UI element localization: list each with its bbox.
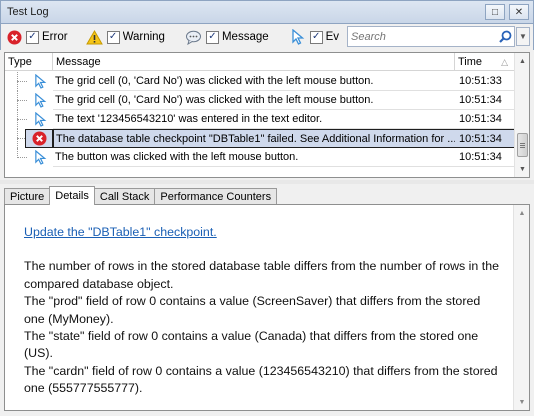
column-header-time[interactable]: Time △ xyxy=(455,53,515,71)
row-type-cell xyxy=(5,72,53,91)
table-row[interactable]: The text '123456543210' was entered in t… xyxy=(5,110,515,129)
close-icon: ✕ xyxy=(514,6,524,18)
event-cursor-icon xyxy=(31,149,49,166)
close-button[interactable]: ✕ xyxy=(509,4,529,20)
row-time: 10:51:33 xyxy=(455,72,515,91)
filter-message[interactable]: ✓ Message xyxy=(185,27,269,47)
scroll-up-arrow-icon[interactable]: ▲ xyxy=(515,53,529,69)
search-dropdown-button[interactable]: ▼ xyxy=(516,27,530,46)
row-message: The grid cell (0, 'Card No') was clicked… xyxy=(53,91,455,110)
warning-checkbox[interactable]: ✓ xyxy=(106,30,120,44)
row-time: 10:51:34 xyxy=(455,148,515,167)
scroll-up-arrow-icon[interactable]: ▲ xyxy=(514,205,530,221)
event-cursor-icon xyxy=(31,111,49,128)
scroll-down-arrow-icon[interactable]: ▼ xyxy=(515,161,529,177)
filter-toolbar: ✓ Error ✓ Warning ✓ Message ✓ Ev ▼ xyxy=(0,24,534,50)
error-icon xyxy=(25,129,53,148)
grid-header: Type Message Time △ xyxy=(5,53,515,71)
sort-asc-icon: △ xyxy=(501,57,508,67)
table-row-selected[interactable]: The database table checkpoint "DBTable1"… xyxy=(5,129,515,148)
warning-icon xyxy=(86,28,104,46)
row-time: 10:51:34 xyxy=(455,129,515,148)
warning-filter-label: Warning xyxy=(122,31,165,43)
filter-error[interactable]: ✓ Error xyxy=(5,27,68,47)
log-grid[interactable]: Type Message Time △ The grid cell (0, 'C… xyxy=(4,52,530,178)
scroll-thumb[interactable] xyxy=(517,133,528,157)
details-paragraph: The number of rows in the stored databas… xyxy=(24,259,499,291)
chevron-down-icon: ▼ xyxy=(519,32,527,41)
column-header-time-label: Time xyxy=(458,56,483,68)
row-message: The database table checkpoint "DBTable1"… xyxy=(53,129,455,148)
restore-icon: □ xyxy=(491,6,499,18)
row-type-cell xyxy=(5,110,53,129)
details-paragraph: The "prod" field of row 0 contains a val… xyxy=(24,294,481,326)
table-row[interactable]: The grid cell (0, 'Card No') was clicked… xyxy=(5,72,515,91)
title-bar: Test Log □ ✕ xyxy=(0,0,534,24)
details-panel: Update the "DBTable1" checkpoint. The nu… xyxy=(4,204,530,411)
row-message: The grid cell (0, 'Card No') was clicked… xyxy=(53,72,455,91)
details-paragraph: The "state" field of row 0 contains a va… xyxy=(24,329,479,361)
table-row[interactable]: The button was clicked with the left mou… xyxy=(5,148,515,167)
grid-vertical-scrollbar[interactable]: ▲ ▼ xyxy=(514,53,529,177)
row-message: The button was clicked with the left mou… xyxy=(53,148,455,167)
row-time: 10:51:34 xyxy=(455,110,515,129)
tab-call-stack[interactable]: Call Stack xyxy=(93,188,156,205)
table-row[interactable]: The grid cell (0, 'Card No') was clicked… xyxy=(5,91,515,110)
row-message: The text '123456543210' was entered in t… xyxy=(53,110,455,129)
tab-details[interactable]: Details xyxy=(49,186,95,205)
row-type-cell xyxy=(5,148,53,167)
event-cursor-icon xyxy=(31,73,49,90)
update-checkpoint-link[interactable]: Update the "DBTable1" checkpoint. xyxy=(24,224,504,241)
message-checkbox[interactable]: ✓ xyxy=(205,30,219,44)
event-filter-label: Ev xyxy=(325,31,340,43)
column-header-message[interactable]: Message xyxy=(53,53,455,71)
error-icon xyxy=(5,28,23,46)
details-vertical-scrollbar[interactable]: ▲ ▼ xyxy=(513,205,529,410)
scroll-down-arrow-icon[interactable]: ▼ xyxy=(514,394,530,410)
restore-button[interactable]: □ xyxy=(485,4,505,20)
tab-performance-counters[interactable]: Performance Counters xyxy=(154,188,278,205)
event-cursor-icon xyxy=(289,28,307,46)
window-title: Test Log xyxy=(7,6,49,18)
search-icon[interactable] xyxy=(496,30,514,43)
search-input[interactable] xyxy=(348,27,496,46)
row-type-cell xyxy=(5,91,53,110)
panel-splitter[interactable] xyxy=(0,180,534,184)
search-box[interactable] xyxy=(347,26,515,47)
details-paragraph: The "cardn" field of row 0 contains a va… xyxy=(24,363,498,396)
message-icon xyxy=(185,28,203,46)
details-content: Update the "DBTable1" checkpoint. The nu… xyxy=(24,224,504,398)
row-time: 10:51:34 xyxy=(455,91,515,110)
event-cursor-icon xyxy=(31,92,49,109)
event-checkbox[interactable]: ✓ xyxy=(309,30,323,44)
detail-tabs: Picture Details Call Stack Performance C… xyxy=(4,186,278,205)
filter-event[interactable]: ✓ Ev xyxy=(289,27,347,47)
filter-warning[interactable]: ✓ Warning xyxy=(86,27,165,47)
error-filter-label: Error xyxy=(42,31,68,43)
row-type-cell xyxy=(5,129,53,148)
column-header-type[interactable]: Type xyxy=(5,53,53,71)
tab-picture[interactable]: Picture xyxy=(4,188,51,205)
message-filter-label: Message xyxy=(221,31,269,43)
error-checkbox[interactable]: ✓ xyxy=(26,30,39,44)
